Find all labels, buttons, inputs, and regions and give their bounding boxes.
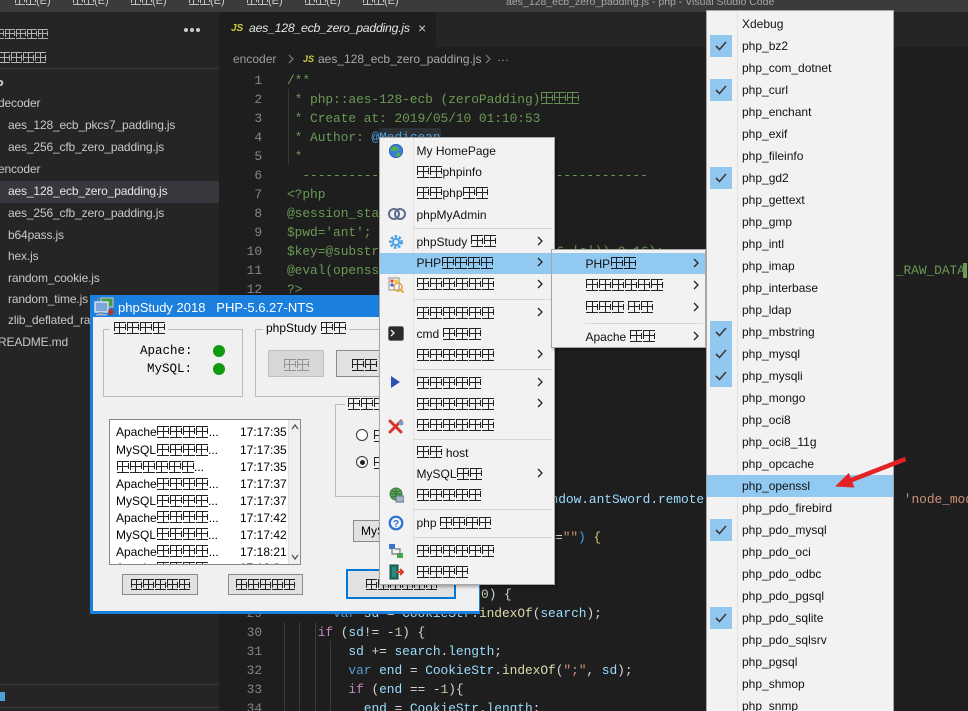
- svg-text:?: ?: [392, 519, 398, 530]
